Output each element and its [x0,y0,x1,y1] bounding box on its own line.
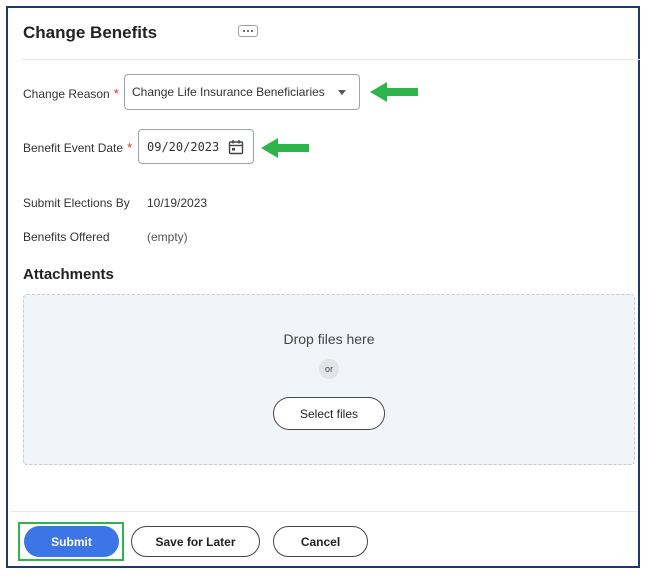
save-for-later-button[interactable]: Save for Later [131,526,260,557]
window-frame: Change Benefits Change Reason * Change Li… [6,6,640,568]
required-marker: * [113,86,119,101]
required-marker: * [127,140,133,155]
calendar-icon[interactable] [228,139,244,155]
header-divider [22,59,640,60]
benefit-event-date-value: 09/20/2023 [147,139,220,154]
drop-files-text: Drop files here [283,331,375,347]
cancel-button[interactable]: Cancel [273,526,368,557]
dropdown-caret-icon [338,90,346,95]
or-separator: or [319,359,339,379]
file-dropzone[interactable]: Drop files here or Select files [23,294,635,465]
benefit-event-date-input[interactable]: 09/20/2023 [138,129,254,164]
benefits-offered-value: (empty) [147,230,188,244]
select-files-button[interactable]: Select files [273,397,385,430]
footer-divider [10,511,638,512]
page-title: Change Benefits [23,23,158,42]
benefit-event-date-label-text: Benefit Event Date [23,141,124,155]
submit-elections-by-label: Submit Elections By [23,196,130,210]
benefits-offered-label: Benefits Offered [23,230,110,244]
benefit-event-date-label: Benefit Event Date * [23,140,132,155]
submit-button[interactable]: Submit [24,526,119,557]
annotation-arrow-icon [370,82,418,102]
annotation-arrow-icon [261,138,309,158]
submit-elections-by-value: 10/19/2023 [147,196,208,210]
change-reason-select[interactable]: Change Life Insurance Beneficiaries [124,74,360,110]
change-reason-label-text: Change Reason [23,87,110,101]
change-reason-value: Change Life Insurance Beneficiaries [132,85,325,99]
change-reason-label: Change Reason * [23,86,119,101]
attachments-heading: Attachments [23,266,114,283]
more-options-icon[interactable] [238,25,258,37]
